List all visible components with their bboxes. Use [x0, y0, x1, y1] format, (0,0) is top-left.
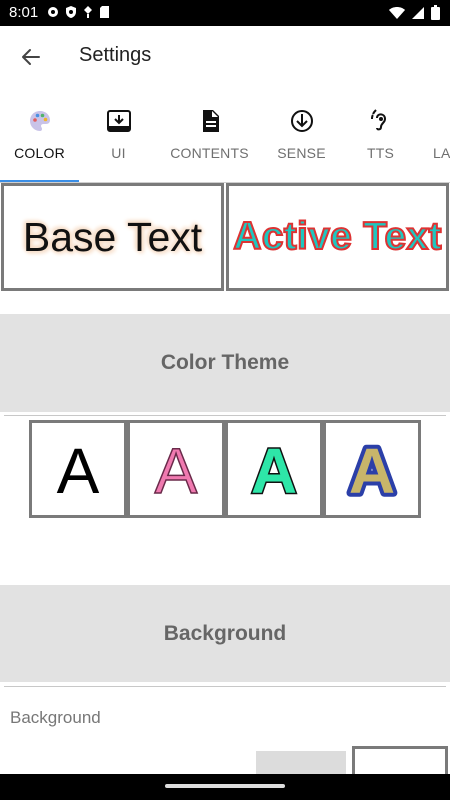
tab-label: COLOR	[14, 145, 65, 161]
color-theme-header: Color Theme	[0, 314, 450, 412]
base-text-sample: Base Text	[22, 213, 203, 260]
tab-partial[interactable]: LA	[420, 98, 450, 182]
download-box-icon	[106, 108, 132, 134]
active-text-preview[interactable]: Active Text	[226, 183, 449, 291]
back-arrow-icon[interactable]	[18, 44, 44, 70]
tab-label: UI	[111, 145, 126, 161]
palette-icon	[27, 108, 53, 134]
page-title: Settings	[79, 44, 152, 66]
tab-contents[interactable]: CONTENTS	[170, 98, 249, 182]
background-header: Background	[0, 585, 450, 682]
sd-card-icon	[99, 5, 110, 24]
tab-tts[interactable]: TTS	[341, 98, 420, 182]
divider	[4, 686, 446, 687]
swatch-letter: A	[155, 439, 198, 499]
vpn-key-icon	[82, 5, 94, 24]
theme-swatch-row: A A A A	[29, 420, 421, 518]
theme-swatch-pink[interactable]: A	[127, 420, 225, 518]
theme-swatch-mint[interactable]: A	[225, 420, 323, 518]
document-icon	[197, 108, 223, 134]
active-text-sample: Active Text	[232, 214, 442, 259]
arrow-down-circle-icon	[289, 108, 315, 134]
theme-swatch-black[interactable]: A	[29, 420, 127, 518]
signal-icon	[411, 6, 425, 25]
tab-color[interactable]: COLOR	[0, 98, 79, 182]
tab-ui[interactable]: UI	[79, 98, 158, 182]
tab-label: TTS	[366, 145, 395, 161]
home-gesture-handle[interactable]	[165, 784, 285, 788]
divider	[4, 415, 446, 416]
tab-label: LA	[433, 145, 450, 161]
shield-icon	[65, 5, 77, 24]
theme-swatch-gold[interactable]: A	[323, 420, 421, 518]
tab-bar: COLOR UI CONTENTS SENSE TTS LA	[0, 98, 450, 182]
wifi-icon	[389, 6, 405, 25]
tab-label: SENSE	[277, 145, 326, 161]
status-time: 8:01	[9, 4, 39, 21]
base-text-preview[interactable]: Base Text	[1, 183, 224, 291]
tab-label: CONTENTS	[170, 145, 249, 161]
swatch-letter: A	[349, 439, 395, 499]
ear-icon	[368, 108, 394, 134]
swatch-letter: A	[57, 439, 100, 499]
status-bar: 8:01	[0, 0, 450, 26]
battery-icon	[431, 5, 440, 25]
background-label: Background	[10, 708, 101, 727]
swatch-letter: A	[251, 439, 297, 499]
app-bar: Settings	[0, 26, 450, 88]
settings-gear-icon	[46, 5, 60, 24]
tab-sense[interactable]: SENSE	[262, 98, 341, 182]
